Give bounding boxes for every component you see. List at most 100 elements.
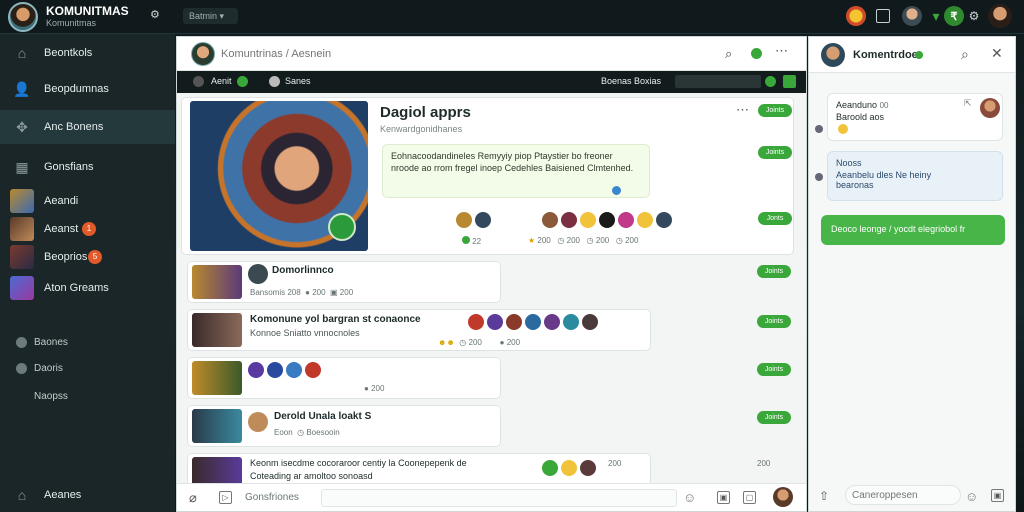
post-stat: Boesooin [306, 428, 340, 437]
join-pill[interactable]: Joints [757, 265, 791, 278]
chat-input[interactable] [845, 485, 961, 505]
sidebar-item-home[interactable]: ⌂ Beontkols [0, 36, 175, 70]
join-pill[interactable]: Joints [758, 104, 792, 117]
group-avatar [191, 42, 215, 66]
chat-message-outgoing: Deoco leonge / yocdt elegriobol fr [821, 215, 1005, 245]
sidebar-game-4[interactable]: Aton Greams [0, 274, 175, 302]
join-pill[interactable]: Joints [757, 315, 791, 328]
gif-icon[interactable]: ▢ [743, 491, 756, 504]
member-avatar[interactable] [618, 212, 634, 228]
profile-avatar[interactable] [988, 4, 1012, 28]
image-icon[interactable]: ▣ [717, 491, 730, 504]
post-thumbnail [192, 457, 242, 483]
post-title: Keonm isecdme cocoraroor centiy la Coone… [250, 458, 467, 468]
sidebar-footer-label: Aeanes [44, 489, 82, 501]
sidebar-game-label: Aeandi [44, 195, 79, 207]
emoji-icon[interactable]: ☺ [965, 489, 978, 504]
post-card[interactable]: ● 200 [187, 357, 501, 399]
sidebar-game-label: Aton Greams [44, 282, 109, 294]
sidebar-game-1[interactable]: Aeandi [0, 187, 175, 215]
more-icon[interactable]: ⋯ [775, 43, 788, 59]
read-indicator [815, 173, 823, 181]
user-avatar[interactable] [773, 487, 793, 507]
emoji-icon[interactable] [637, 212, 653, 228]
game-badge: 5 [88, 250, 102, 264]
strip-search-box[interactable] [675, 75, 761, 88]
close-icon[interactable]: ✕ [991, 45, 1003, 62]
emoji-icon[interactable] [580, 212, 596, 228]
message-sender: Nooss [836, 158, 862, 168]
contact-name: Komentrdoe [853, 49, 918, 61]
expand-icon[interactable] [783, 75, 796, 88]
join-pill[interactable]: Joints [757, 363, 791, 376]
settings-icon[interactable]: ⚙ [964, 6, 984, 26]
post-meta: Eoon [274, 428, 293, 437]
more-icon[interactable]: ⋯ [736, 102, 749, 118]
gear-icon[interactable]: ⚙ [150, 8, 160, 21]
chat-message: Aeanduno 00 Baroold aos ⇱ [827, 93, 1003, 141]
search-icon[interactable]: ⌕ [725, 46, 732, 62]
sidebar-sub-item[interactable]: Baones [0, 332, 175, 354]
shop-icon[interactable]: ₹ [944, 6, 964, 26]
post-thumbnail [192, 361, 242, 395]
sidebar-item-profile[interactable]: 👤 Beopdumnas [0, 72, 175, 106]
stat-row: ★ 200 ◷ 200 ◷ 200 ◷ 200 [528, 236, 639, 245]
top-chip[interactable]: Batmin ▾ [183, 8, 238, 24]
sidebar-footer-item[interactable]: ⌂ Aeanes [0, 478, 175, 512]
post-card[interactable]: Derold Unala loakt S Eoon ◷ Boesooin [187, 405, 501, 447]
message-input[interactable] [321, 489, 677, 507]
calendar-icon[interactable] [876, 9, 890, 23]
member-avatar[interactable] [656, 212, 672, 228]
sidebar-item-grid[interactable]: ▦ Gonsfians [0, 150, 175, 184]
search-icon[interactable]: ⌕ [961, 46, 969, 63]
reaction-avatars [468, 314, 601, 330]
sidebar-item-label: Beopdumnas [44, 83, 109, 95]
post-stats: ● 200 [364, 384, 385, 393]
app-avatar[interactable] [8, 2, 38, 32]
share-icon[interactable]: ⇱ [964, 98, 972, 109]
join-pill[interactable]: Joints [757, 411, 791, 424]
notification-icon[interactable] [846, 6, 866, 26]
featured-card[interactable]: Dagiol apprs Kenwardgonidhanes Eohnacood… [181, 97, 794, 255]
search-bar: ⌕ ⋯ [177, 37, 806, 71]
post-card[interactable]: Keonm isecdme cocoraroor centiy la Coone… [187, 453, 651, 483]
main-panel: ⌕ ⋯ Aenit Sanes Boenas Boxias Dagiol app… [176, 36, 807, 512]
image-icon[interactable]: ▣ [991, 489, 1004, 502]
back-icon[interactable] [193, 76, 204, 87]
emoji-icon[interactable]: ☺ [683, 490, 696, 505]
member-avatar[interactable] [456, 212, 472, 228]
read-indicator [815, 125, 823, 133]
post-card[interactable]: Komonune yol bargran st conaonce Konnoe … [187, 309, 651, 351]
post-stat: 200 [757, 459, 771, 468]
feed: Dagiol apprs Kenwardgonidhanes Eohnacood… [177, 95, 797, 483]
member-avatar[interactable] [542, 212, 558, 228]
member-avatar[interactable] [599, 212, 615, 228]
contact-avatar[interactable] [821, 43, 845, 67]
friend-avatar[interactable] [902, 6, 922, 26]
strip-mid-label[interactable]: Sanes [285, 76, 311, 86]
sidebar-sub-label: Daoris [34, 363, 63, 374]
sidebar-item-label: Anc Bonens [44, 121, 104, 133]
search-input[interactable] [221, 46, 671, 62]
message-text-2: bearonas [836, 180, 874, 190]
info-icon [612, 186, 621, 195]
sidebar-game-2[interactable]: Aeanst 1 [0, 215, 175, 243]
sidebar-sub-item[interactable]: Naopss [0, 386, 175, 408]
post-meta: Bansomis 208 [250, 288, 301, 297]
member-avatar[interactable] [475, 212, 491, 228]
game-logo-icon [328, 213, 356, 241]
join-pill[interactable]: Joints [758, 146, 792, 159]
post-card[interactable]: Domorlinnco Bansomis 208 ● 200 ▣ 200 [187, 261, 501, 303]
sidebar-sub-item[interactable]: Daoris [0, 358, 175, 380]
circle-icon [16, 363, 27, 374]
join-pill[interactable]: Jonts [758, 212, 792, 225]
sidebar-item-games[interactable]: ✥ Anc Bonens [0, 110, 175, 144]
attach-icon[interactable]: ⌀ [189, 490, 197, 506]
sidebar-game-3[interactable]: Beoprios 5 [0, 243, 175, 271]
game-thumbnail [10, 276, 34, 300]
featured-game-art [190, 101, 368, 251]
share-icon[interactable]: ⇧ [819, 489, 829, 503]
chevron-down-icon[interactable]: ▾ [926, 6, 946, 26]
play-icon[interactable]: ▷ [219, 491, 232, 504]
member-avatar[interactable] [561, 212, 577, 228]
